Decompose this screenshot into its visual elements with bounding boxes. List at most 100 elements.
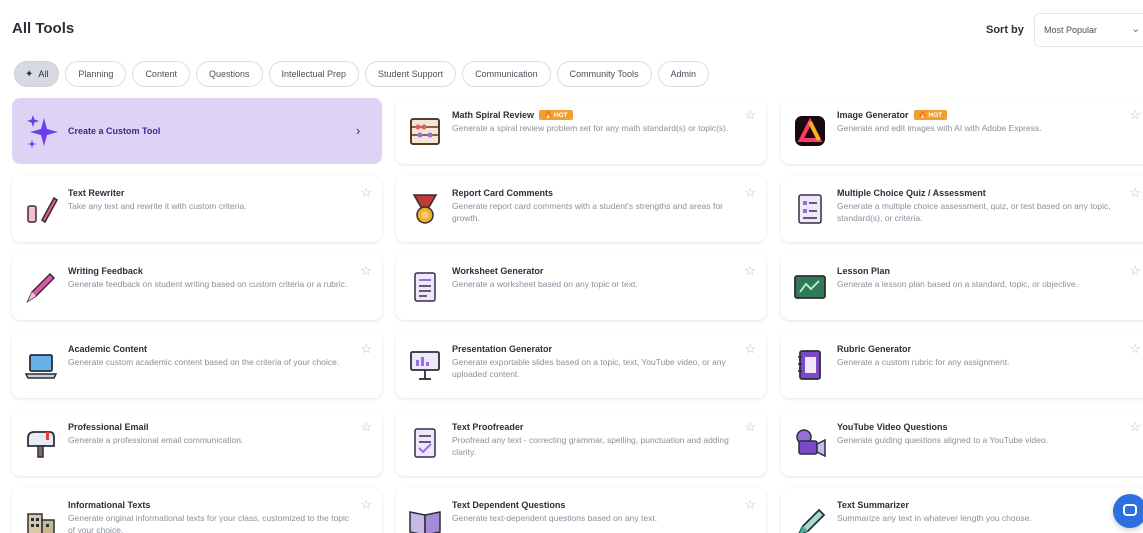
tool-card-lesson-plan[interactable]: Lesson Plan Generate a lesson plan based … (781, 254, 1143, 320)
open-book-icon (408, 504, 442, 533)
tool-description: Generate a professional email communicat… (68, 435, 244, 445)
tool-description: Generate original informational texts fo… (68, 513, 350, 533)
tool-title: Academic Content (68, 344, 148, 354)
filter-chip-label: Community Tools (569, 69, 639, 79)
favorite-star-icon[interactable]: ☆ (744, 264, 756, 277)
tool-description: Generate feedback on student writing bas… (68, 279, 348, 289)
favorite-star-icon[interactable]: ☆ (360, 498, 372, 511)
filter-chip-intellectual-prep[interactable]: Intellectual Prep (268, 61, 360, 87)
favorite-star-icon[interactable]: ☆ (744, 108, 756, 121)
filter-chip-content[interactable]: Content (132, 61, 190, 87)
proofread-sheet-icon (408, 426, 442, 460)
filter-chip-questions[interactable]: Questions (195, 61, 263, 87)
filter-chip-label: Student Support (378, 69, 444, 79)
tool-title: Worksheet Generator (452, 266, 544, 276)
tool-description: Proofread any text - correcting grammar,… (452, 435, 729, 457)
favorite-star-icon[interactable]: ☆ (1129, 186, 1141, 199)
tool-card-text-summarizer[interactable]: Text Summarizer Summarize any text in wha… (781, 488, 1143, 533)
tool-title: Writing Feedback (68, 266, 143, 276)
tool-card-text-rewriter[interactable]: Text Rewriter Take any text and rewrite i… (12, 176, 382, 242)
favorite-star-icon[interactable]: ☆ (1129, 264, 1141, 277)
pen-icon (24, 270, 58, 304)
favorite-star-icon[interactable]: ☆ (1129, 420, 1141, 433)
tool-description: Take any text and rewrite it with custom… (68, 201, 247, 211)
medal-icon (408, 192, 442, 226)
filter-chip-admin[interactable]: Admin (657, 61, 710, 87)
tool-description: Generate and edit images with AI with Ad… (837, 123, 1042, 133)
favorite-star-icon[interactable]: ☆ (744, 342, 756, 355)
sparkle-icon: ✦ (25, 68, 34, 80)
tool-card-professional-email[interactable]: Professional Email Generate a professiona… (12, 410, 382, 476)
favorite-star-icon[interactable]: ☆ (360, 420, 372, 433)
tool-title: Text Dependent Questions (452, 500, 566, 510)
tool-description: Generate a spiral review problem set for… (452, 123, 729, 133)
tool-card-image-generator[interactable]: Image Generator 🔥 HOT Generate and edit im… (781, 98, 1143, 164)
chat-support-button[interactable] (1113, 494, 1143, 528)
tool-description: Generate a multiple choice assessment, q… (837, 201, 1111, 223)
tool-card-text-dependent-questions[interactable]: Text Dependent Questions Generate text-de… (396, 488, 766, 533)
favorite-star-icon[interactable]: ☆ (1129, 108, 1141, 121)
filter-chip-planning[interactable]: Planning (65, 61, 127, 87)
category-filter-bar: ✦ All Planning Content Questions Intellectual… (14, 61, 710, 87)
abacus-icon (408, 114, 442, 148)
page-title: All Tools (12, 20, 75, 37)
filter-chip-label: All (38, 69, 49, 79)
tool-description: Generate report card comments with a stu… (452, 201, 723, 223)
tool-title: YouTube Video Questions (837, 422, 948, 432)
tool-card-academic-content[interactable]: Academic Content Generate custom academic… (12, 332, 382, 398)
favorite-star-icon[interactable]: ☆ (360, 264, 372, 277)
tool-title: Text Summarizer (837, 500, 909, 510)
filter-chip-label: Admin (670, 69, 697, 79)
tool-card-report-card-comments[interactable]: Report Card Comments Generate report card… (396, 176, 766, 242)
favorite-star-icon[interactable]: ☆ (744, 420, 756, 433)
pencil-eraser-icon (24, 192, 58, 226)
tool-card-multiple-choice-quiz-assessment[interactable]: Multiple Choice Quiz / Assessment Generat… (781, 176, 1143, 242)
tool-card-rubric-generator[interactable]: Rubric Generator Generate a custom rubric… (781, 332, 1143, 398)
quiz-sheet-icon (793, 192, 827, 226)
tool-description: Generate a custom rubric for any assignm… (837, 357, 1010, 367)
tool-card-youtube-video-questions[interactable]: YouTube Video Questions Generate guiding … (781, 410, 1143, 476)
tool-description: Summarize any text in whatever length yo… (837, 513, 1032, 523)
tool-description: Generate a lesson plan based on a standa… (837, 279, 1078, 289)
tool-title: Presentation Generator (452, 344, 553, 354)
favorite-star-icon[interactable]: ☆ (744, 186, 756, 199)
chevron-down-icon: ⌄ (1131, 23, 1141, 35)
favorite-star-icon[interactable]: ☆ (360, 342, 372, 355)
tool-card-text-proofreader[interactable]: Text Proofreader Proofread any text - cor… (396, 410, 766, 476)
tool-card-math-spiral-review[interactable]: Math Spiral Review 🔥 HOT Generate a spiral… (396, 98, 766, 164)
tool-card-worksheet-generator[interactable]: Worksheet Generator Generate a worksheet … (396, 254, 766, 320)
filter-chip-student-support[interactable]: Student Support (365, 61, 457, 87)
tool-description: Generate custom academic content based o… (68, 357, 340, 367)
building-icon (24, 504, 58, 533)
presentation-board-icon (408, 348, 442, 382)
favorite-star-icon[interactable]: ☆ (1129, 342, 1141, 355)
tool-title: Math Spiral Review 🔥 HOT (452, 110, 573, 120)
sort-dropdown[interactable]: Most Popular ⌄ (1034, 13, 1143, 47)
favorite-star-icon[interactable]: ☆ (744, 498, 756, 511)
tool-card-presentation-generator[interactable]: Presentation Generator Generate exportabl… (396, 332, 766, 398)
tool-description: Generate exportable slides based on a to… (452, 357, 726, 379)
create-custom-tool-card[interactable]: Create a Custom Tool › (12, 98, 382, 164)
chevron-right-icon: › (356, 123, 361, 138)
tool-card-informational-texts[interactable]: Informational Texts Generate original inf… (12, 488, 382, 533)
favorite-star-icon[interactable]: ☆ (360, 186, 372, 199)
filter-chip-all[interactable]: ✦ All (14, 61, 60, 87)
tool-title: Multiple Choice Quiz / Assessment (837, 188, 986, 198)
notebook-icon (793, 348, 827, 382)
filter-chip-communication[interactable]: Communication (462, 61, 551, 87)
hot-badge: 🔥 HOT (539, 110, 573, 120)
worksheet-icon (408, 270, 442, 304)
tool-description: Generate guiding questions aligned to a … (837, 435, 1048, 445)
highlighter-icon (793, 504, 827, 533)
tool-title: Text Rewriter (68, 188, 125, 198)
sparkles-icon (27, 115, 58, 148)
create-custom-tool-label: Create a Custom Tool (68, 126, 161, 136)
filter-chip-label: Planning (78, 69, 114, 79)
filter-chip-label: Communication (475, 69, 538, 79)
top-bar: All Tools Sort by Most Popular ⌄ (0, 0, 1143, 58)
mailbox-icon (24, 426, 58, 460)
filter-chip-community-tools[interactable]: Community Tools (556, 61, 652, 87)
tool-title: Lesson Plan (837, 266, 891, 276)
chat-icon (1123, 504, 1137, 516)
tool-card-writing-feedback[interactable]: Writing Feedback Generate feedback on stu… (12, 254, 382, 320)
